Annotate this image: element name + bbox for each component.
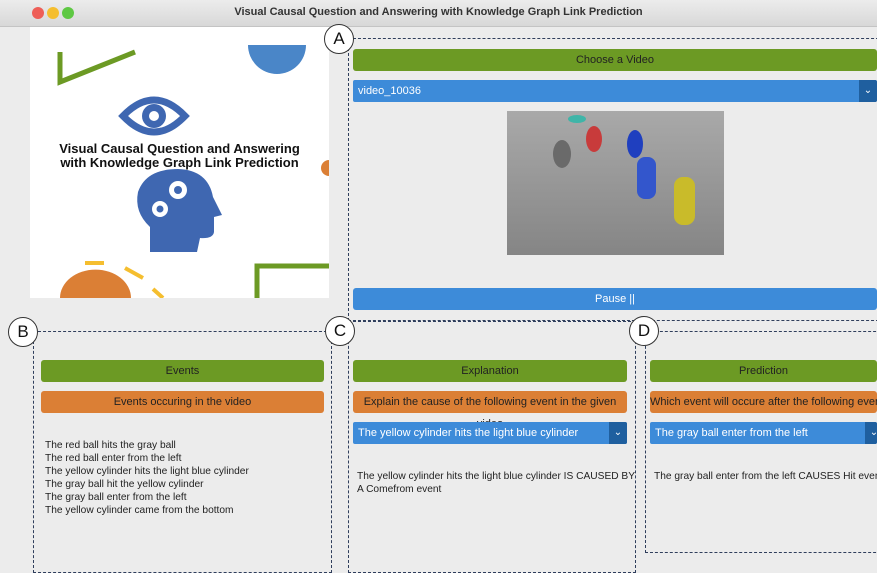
head-gears-icon xyxy=(137,169,222,252)
green-corner-shape-bottom xyxy=(254,263,329,298)
window-titlebar: Visual Causal Question and Answering wit… xyxy=(0,0,877,27)
chevron-down-icon[interactable]: ⌄ xyxy=(859,80,877,102)
logo-panel: Visual Causal Question and Answering wit… xyxy=(30,27,329,298)
video-frame xyxy=(507,111,724,255)
video-select[interactable]: video_10036 ⌄ xyxy=(353,80,877,102)
label-a: A xyxy=(324,24,354,54)
explanation-answer: The yellow cylinder hits the light blue … xyxy=(357,470,635,496)
explanation-answer-line2: A Comefrom event xyxy=(357,484,442,495)
event-item: The yellow cylinder hits the light blue … xyxy=(45,466,249,477)
event-item: The gray ball hit the yellow cylinder xyxy=(45,479,204,490)
gray-ball xyxy=(553,140,571,168)
event-item: The red ball hits the gray ball xyxy=(45,440,176,451)
blue-ball xyxy=(627,130,643,158)
explanation-answer-line1: The yellow cylinder hits the light blue … xyxy=(357,471,636,482)
prediction-answer: The gray ball enter from the left CAUSES… xyxy=(654,470,877,483)
label-c: C xyxy=(325,316,355,346)
explanation-subheader: Explain the cause of the following event… xyxy=(353,391,627,430)
explanation-select-value: The yellow cylinder hits the light blue … xyxy=(358,427,579,439)
prediction-answer-line: The gray ball enter from the left CAUSES… xyxy=(654,471,877,482)
prediction-subheader: Which event will occure after the follow… xyxy=(650,391,877,413)
choose-video-header: Choose a Video xyxy=(353,49,877,71)
video-player[interactable] xyxy=(507,111,724,255)
eye-icon xyxy=(118,96,190,136)
green-corner-shape xyxy=(57,49,136,86)
logo-text: Visual Causal Question and Answering wit… xyxy=(30,142,329,170)
events-subheader: Events occuring in the video xyxy=(41,391,324,413)
event-item: The gray ball enter from the left xyxy=(45,492,187,503)
event-item: The yellow cylinder came from the bottom xyxy=(45,505,234,516)
light-blue-cylinder xyxy=(637,157,656,199)
blue-half-circle xyxy=(248,45,306,74)
logo-text-line1: Visual Causal Question and Answering xyxy=(59,141,300,156)
prediction-header: Prediction xyxy=(650,360,877,382)
teal-object xyxy=(568,115,586,123)
chevron-down-icon[interactable]: ⌄ xyxy=(865,422,877,444)
event-item: The red ball enter from the left xyxy=(45,453,182,464)
prediction-select-value: The gray ball enter from the left xyxy=(655,427,808,439)
region-c-explanation xyxy=(348,321,636,573)
logo-text-line2: with Knowledge Graph Link Prediction xyxy=(60,155,299,170)
explanation-event-select[interactable]: The yellow cylinder hits the light blue … xyxy=(353,422,627,444)
events-list: The red ball hits the gray ball The red … xyxy=(45,439,249,517)
red-ball xyxy=(586,126,602,152)
video-select-value: video_10036 xyxy=(358,85,422,97)
orange-half-circle xyxy=(60,269,131,298)
prediction-event-select[interactable]: The gray ball enter from the left ⌄ xyxy=(650,422,877,444)
chevron-down-icon[interactable]: ⌄ xyxy=(609,422,627,444)
pause-button[interactable]: Pause || xyxy=(353,288,877,310)
label-d: D xyxy=(629,316,659,346)
explanation-header: Explanation xyxy=(353,360,627,382)
events-header: Events xyxy=(41,360,324,382)
yellow-cylinder xyxy=(674,177,695,225)
window-title: Visual Causal Question and Answering wit… xyxy=(234,6,643,18)
label-b: B xyxy=(8,317,38,347)
